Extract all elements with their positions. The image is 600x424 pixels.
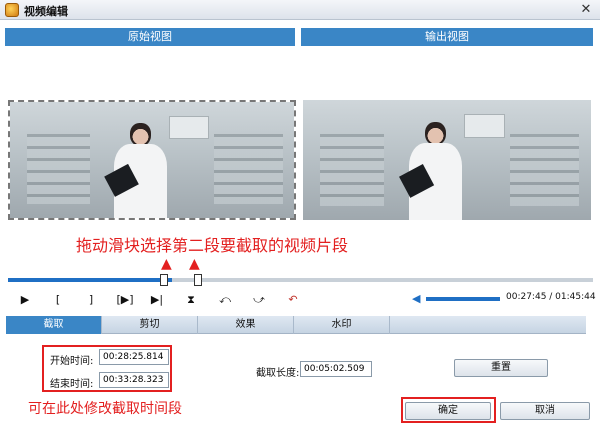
volume-level [426,297,500,301]
annotation-arrow-icon: ▲ [189,256,200,272]
reset-button[interactable]: 重置 [454,359,548,377]
undo-button[interactable]: ↶ [284,293,302,307]
output-video-frame[interactable] [303,100,591,220]
mark-in-button[interactable]: [ [49,293,67,307]
video-scene [303,100,591,220]
scene-shelf [320,133,384,206]
window-title: 视频编辑 [24,5,68,18]
mark-out-button[interactable]: ] [82,293,100,307]
scene-person [398,121,473,220]
tab-cut[interactable]: 剪切 [102,316,198,334]
next-frame-button[interactable]: ▶| [148,293,166,307]
drag-instruction-caption: 拖动滑块选择第二段要截取的视频片段 [76,236,349,255]
speaker-icon[interactable]: ◀ [412,293,424,305]
annotation-arrow-icon: ▲ [161,256,172,272]
flip-vertical-button[interactable]: ⧗ [182,293,200,307]
clip-length-label: 截取长度: [256,368,300,379]
scene-person [104,122,178,218]
scene-shelf [214,134,283,205]
segment-start-handle[interactable] [160,274,168,286]
scene-shelf [510,133,580,206]
tab-effects[interactable]: 效果 [198,316,294,334]
video-scene [10,102,294,218]
original-view-header: 原始视图 [5,28,295,46]
play-button[interactable]: ▶ [16,293,34,307]
rotate-left-button[interactable]: ⤺ [216,293,234,307]
cancel-button[interactable]: 取消 [500,402,590,420]
title-bar: 视频编辑 ✕ [0,0,600,20]
edit-tabs: 截取 剪切 效果 水印 [6,316,586,334]
timeline-progress [8,278,172,282]
original-video-frame[interactable] [8,100,296,220]
app-icon [5,3,19,17]
person-head [424,121,446,146]
rotate-right-button[interactable]: ⤻ [250,293,268,307]
close-button[interactable]: ✕ [578,2,594,18]
volume-slider[interactable] [426,297,500,301]
tab-trim[interactable]: 截取 [6,316,102,334]
scene-shelf [27,134,90,205]
fields-highlight-box [42,345,172,392]
segment-end-handle[interactable] [194,274,202,286]
person-head [130,122,151,146]
output-view-header: 输出视图 [301,28,593,46]
timeline-slider[interactable] [8,278,593,282]
time-display: 00:27:45 / 01:45:44 [506,292,596,302]
clip-length-input: 00:05:02.509 [300,361,372,377]
ok-highlight-box [401,397,496,423]
edit-instruction-caption: 可在此处修改截取时间段 [28,401,182,417]
tab-watermark[interactable]: 水印 [294,316,390,334]
segment-play-button[interactable]: [▶] [114,293,136,307]
